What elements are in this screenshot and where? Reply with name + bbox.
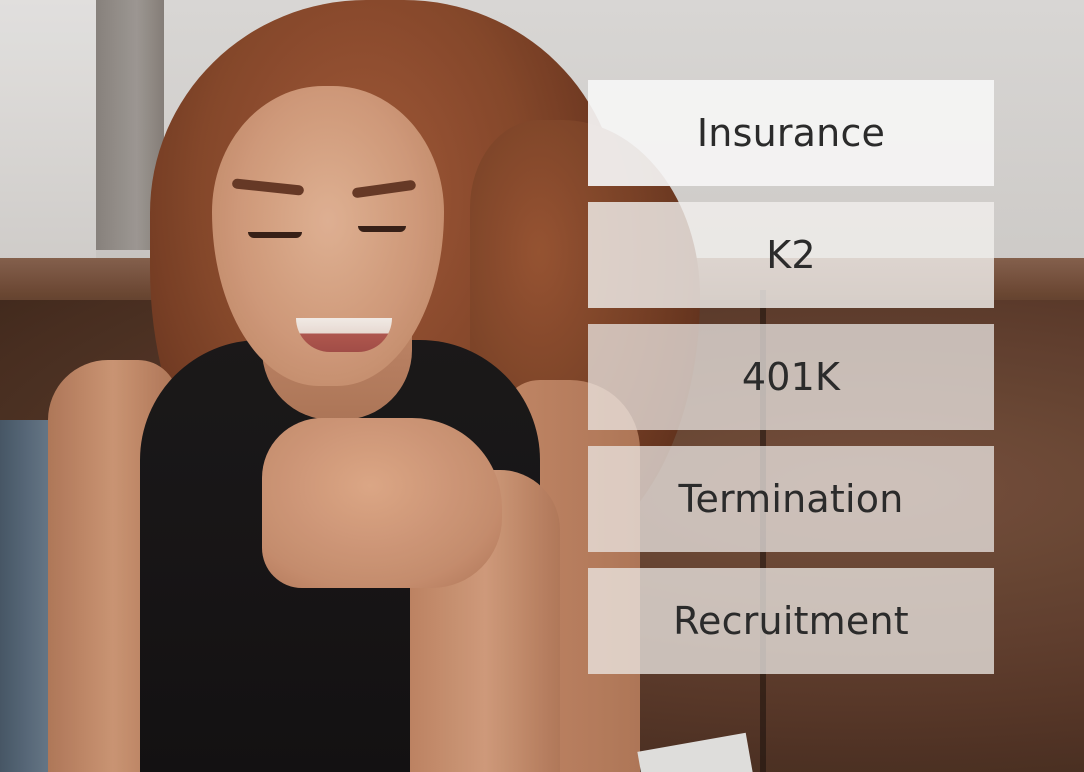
menu-item-label: K2 [766, 233, 816, 277]
menu-item-label: 401K [741, 355, 841, 399]
menu-item-k2[interactable]: K2 [588, 202, 994, 308]
menu-item-label: Recruitment [673, 599, 909, 643]
topic-menu: Insurance K2 401K Termination Recruitmen… [588, 80, 994, 674]
menu-item-termination[interactable]: Termination [588, 446, 994, 552]
menu-item-recruitment[interactable]: Recruitment [588, 568, 994, 674]
hero-stage: Insurance K2 401K Termination Recruitmen… [0, 0, 1084, 772]
menu-item-401k[interactable]: 401K [588, 324, 994, 430]
menu-item-insurance[interactable]: Insurance [588, 80, 994, 186]
menu-item-label: Insurance [696, 111, 886, 155]
menu-item-label: Termination [678, 477, 904, 521]
